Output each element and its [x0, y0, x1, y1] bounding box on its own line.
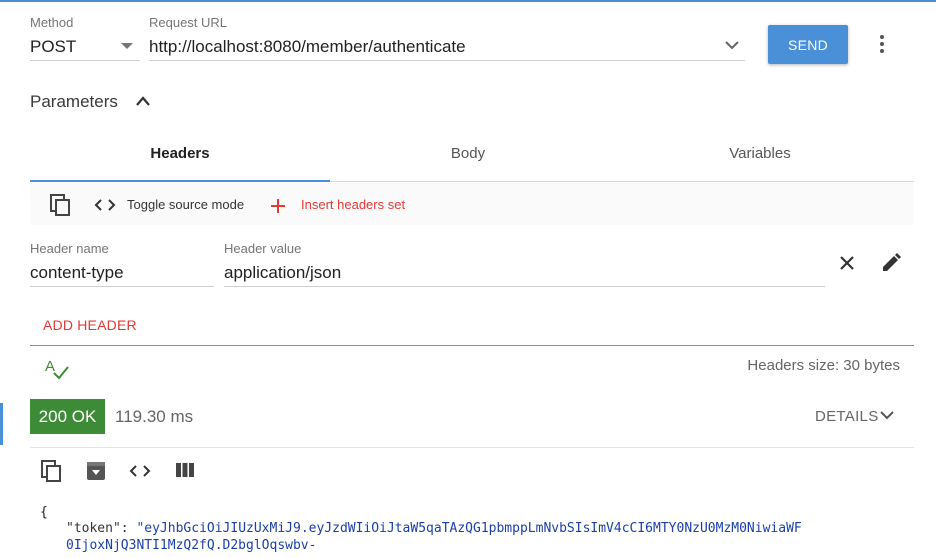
response-divider — [30, 447, 914, 448]
copy-icon[interactable] — [49, 193, 73, 217]
tab-body[interactable]: Body — [418, 145, 518, 165]
svg-text:A: A — [45, 358, 55, 375]
send-button[interactable]: SEND — [768, 25, 848, 64]
headers-section-divider — [30, 345, 914, 346]
tab-headers[interactable]: Headers — [130, 145, 230, 165]
header-value-label: Header value — [224, 241, 302, 256]
chevron-down-icon[interactable] — [725, 41, 739, 50]
url-label: Request URL — [149, 15, 228, 30]
url-underline — [149, 60, 745, 61]
header-name-input[interactable]: content-type — [30, 263, 124, 283]
json-colon: : — [120, 521, 137, 536]
spellcheck-icon[interactable]: A — [44, 358, 70, 380]
chevron-down-icon[interactable] — [880, 411, 894, 420]
json-token-line: "token": "eyJhbGciOiJIUzUxMiJ9.eyJzdWIiO… — [66, 521, 802, 536]
details-button[interactable]: DETAILS — [815, 408, 879, 425]
response-time: 119.30 ms — [115, 407, 194, 426]
json-token-value: "eyJhbGciOiJIUzUxMiJ9.eyJzdWIiOiJtaW5qaT… — [136, 521, 802, 536]
plus-icon[interactable] — [270, 198, 286, 214]
parameters-title: Parameters — [30, 92, 118, 111]
method-select[interactable]: POST — [30, 37, 76, 57]
save-icon[interactable] — [86, 461, 106, 481]
json-token-value-cont: 0IjoxNjQ3NTI1MzQ2fQ.D2bglOqswbv- — [66, 538, 317, 553]
method-label: Method — [30, 15, 74, 30]
toggle-source-mode-button[interactable]: Toggle source mode — [127, 197, 244, 212]
close-icon[interactable] — [839, 255, 855, 271]
tab-variables[interactable]: Variables — [705, 145, 815, 165]
active-tab-indicator — [30, 180, 330, 182]
json-key: "token" — [66, 521, 121, 536]
left-scroll-marker — [0, 403, 3, 445]
json-open-brace: { — [40, 505, 48, 520]
headers-size-text: Headers size: 30 bytes — [747, 357, 900, 374]
url-input[interactable]: http://localhost:8080/member/authenticat… — [149, 37, 466, 57]
header-name-label: Header name — [30, 241, 109, 256]
method-underline — [30, 60, 140, 61]
top-accent-bar — [0, 0, 936, 2]
insert-headers-set-button[interactable]: Insert headers set — [301, 197, 405, 212]
status-badge: 200 OK — [30, 399, 105, 434]
header-value-input[interactable]: application/json — [224, 263, 341, 283]
add-header-button[interactable]: ADD HEADER — [43, 317, 137, 333]
code-icon[interactable] — [94, 198, 116, 212]
pencil-icon[interactable] — [880, 252, 902, 274]
header-value-underline — [224, 286, 825, 287]
caret-down-icon[interactable] — [121, 43, 133, 50]
copy-icon[interactable] — [40, 459, 64, 483]
header-name-underline — [30, 286, 214, 287]
code-icon[interactable] — [129, 464, 151, 478]
more-vert-icon[interactable] — [872, 30, 892, 58]
chevron-up-icon[interactable] — [135, 95, 151, 107]
columns-icon[interactable] — [175, 462, 195, 478]
